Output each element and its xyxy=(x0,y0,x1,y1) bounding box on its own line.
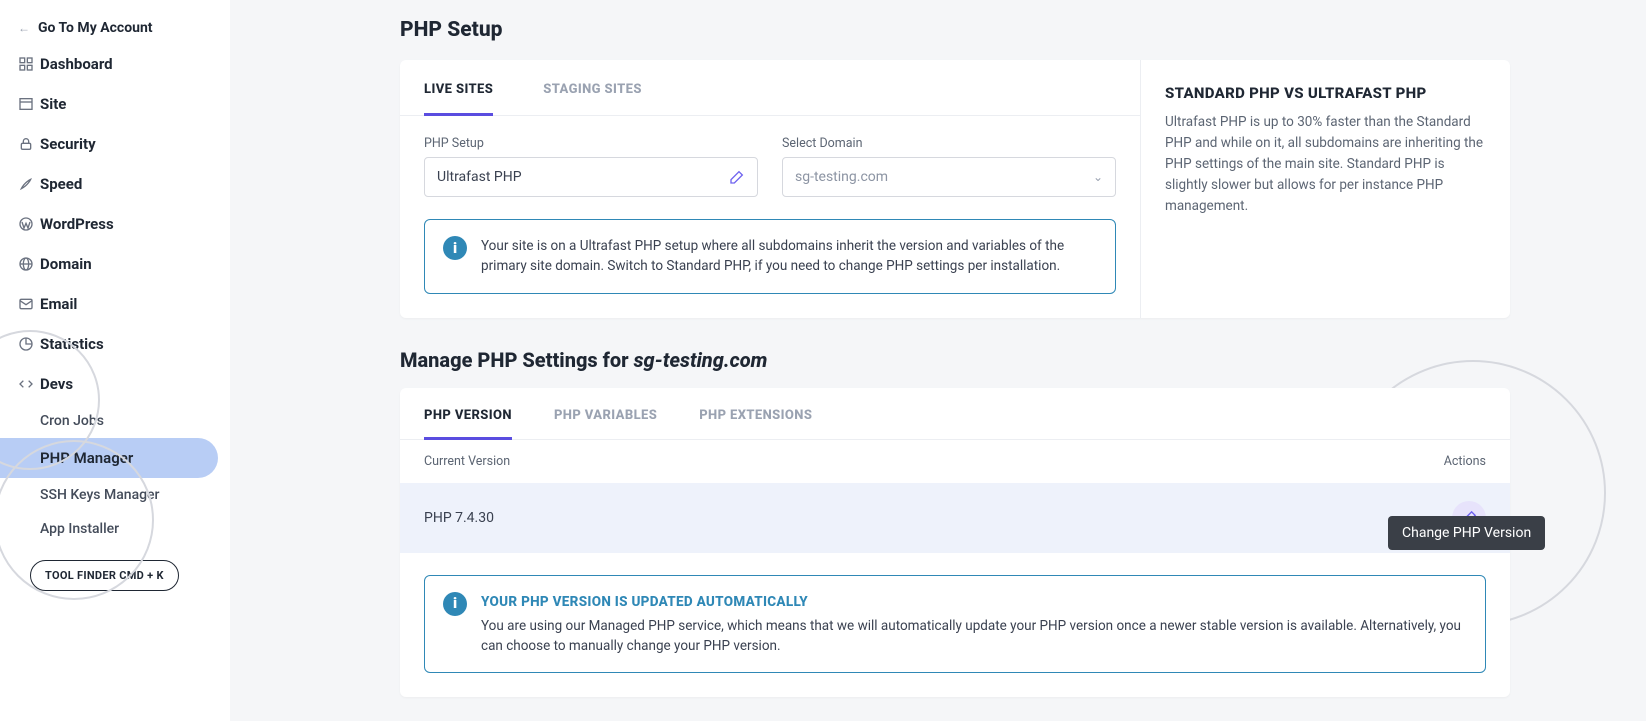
sidebar-item-label: Devs xyxy=(40,375,73,393)
manage-title: Manage PHP Settings for sg-testing.com xyxy=(400,348,1620,372)
wordpress-icon xyxy=(18,216,40,232)
pencil-icon xyxy=(729,169,745,185)
sidebar-item-label: Security xyxy=(40,135,96,153)
chart-icon xyxy=(18,336,40,352)
sidebar-item-label: Speed xyxy=(40,175,82,193)
manage-title-prefix: Manage PHP Settings for xyxy=(400,348,634,372)
main-content: PHP Setup LIVE SITES STAGING SITES PHP S… xyxy=(400,0,1620,697)
chevron-down-icon: ⌄ xyxy=(1093,170,1103,184)
sidebar-item-wordpress[interactable]: WordPress xyxy=(0,204,230,244)
page-title: PHP Setup xyxy=(400,18,1620,42)
tab-php-variables[interactable]: PHP VARIABLES xyxy=(554,388,657,439)
sidebar-item-dashboard[interactable]: Dashboard xyxy=(0,44,230,84)
devs-sub-app-installer[interactable]: App Installer xyxy=(0,512,230,546)
sidebar-item-label: Dashboard xyxy=(40,55,113,73)
sidebar-item-site[interactable]: Site xyxy=(0,84,230,124)
manage-tabs: PHP VERSION PHP VARIABLES PHP EXTENSIONS xyxy=(400,388,1510,440)
code-icon xyxy=(18,376,40,392)
col-current-version: Current Version xyxy=(424,454,510,469)
go-to-account-label: Go To My Account xyxy=(38,20,153,36)
tab-php-version[interactable]: PHP VERSION xyxy=(424,388,512,439)
lock-icon xyxy=(18,136,40,152)
auto-update-body: You are using our Managed PHP service, w… xyxy=(481,616,1467,657)
php-setup-card: LIVE SITES STAGING SITES PHP Setup Ultra… xyxy=(400,60,1510,318)
tab-php-extensions[interactable]: PHP EXTENSIONS xyxy=(699,388,812,439)
info-icon: i xyxy=(443,592,467,616)
php-setup-field-label: PHP Setup xyxy=(424,136,758,151)
auto-update-banner: i YOUR PHP VERSION IS UPDATED AUTOMATICA… xyxy=(424,575,1486,674)
tab-live-sites[interactable]: LIVE SITES xyxy=(424,60,517,115)
ultrafast-info-text: Your site is on a Ultrafast PHP setup wh… xyxy=(481,236,1097,277)
compare-body: Ultrafast PHP is up to 30% faster than t… xyxy=(1165,112,1486,217)
col-actions: Actions xyxy=(1444,454,1486,469)
sidebar-item-security[interactable]: Security xyxy=(0,124,230,164)
sidebar-item-statistics[interactable]: Statistics xyxy=(0,324,230,364)
sidebar-item-label: WordPress xyxy=(40,215,114,233)
sidebar-item-label: Site xyxy=(40,95,66,113)
php-setup-value: Ultrafast PHP xyxy=(437,169,522,185)
tab-staging-sites[interactable]: STAGING SITES xyxy=(543,60,666,115)
sidebar-item-label: Statistics xyxy=(40,335,104,353)
info-icon: i xyxy=(443,236,467,260)
arrow-left-icon: ← xyxy=(18,21,30,35)
auto-update-title: YOUR PHP VERSION IS UPDATED AUTOMATICALL… xyxy=(481,592,1467,612)
devs-sub-php-manager[interactable]: PHP Manager xyxy=(0,438,218,478)
ultrafast-info-banner: i Your site is on a Ultrafast PHP setup … xyxy=(424,219,1116,294)
manage-title-domain: sg-testing.com xyxy=(634,348,768,372)
php-compare-panel: STANDARD PHP VS ULTRAFAST PHP Ultrafast … xyxy=(1140,60,1510,318)
php-setup-selector[interactable]: Ultrafast PHP xyxy=(424,157,758,197)
globe-icon xyxy=(18,256,40,272)
devs-sub-ssh[interactable]: SSH Keys Manager xyxy=(0,478,230,512)
select-domain-dropdown[interactable]: sg-testing.com ⌄ xyxy=(782,157,1116,197)
tool-finder-button[interactable]: TOOL FINDER CMD + K xyxy=(30,560,179,591)
sidebar-item-label: Email xyxy=(40,295,77,313)
sidebar-item-devs[interactable]: Devs xyxy=(0,364,230,404)
manage-php-card: PHP VERSION PHP VARIABLES PHP EXTENSIONS… xyxy=(400,388,1510,698)
setup-tabs: LIVE SITES STAGING SITES xyxy=(400,60,1140,116)
rocket-icon xyxy=(18,176,40,192)
sidebar: ← Go To My Account Dashboard Site Securi… xyxy=(0,0,230,721)
sidebar-item-speed[interactable]: Speed xyxy=(0,164,230,204)
sidebar-item-label: PHP Manager xyxy=(40,449,133,467)
sidebar-item-label: Domain xyxy=(40,255,92,273)
email-icon xyxy=(18,296,40,312)
change-php-version-tooltip: Change PHP Version xyxy=(1388,516,1545,550)
sidebar-item-email[interactable]: Email xyxy=(0,284,230,324)
site-icon xyxy=(18,96,40,112)
devs-sub-cron[interactable]: Cron Jobs xyxy=(0,404,230,438)
go-to-account-link[interactable]: ← Go To My Account xyxy=(0,12,230,44)
version-table-row: PHP 7.4.30 xyxy=(400,483,1510,553)
compare-title: STANDARD PHP VS ULTRAFAST PHP xyxy=(1165,84,1486,102)
sidebar-item-domain[interactable]: Domain xyxy=(0,244,230,284)
select-domain-value: sg-testing.com xyxy=(795,169,888,185)
select-domain-field-label: Select Domain xyxy=(782,136,1116,151)
current-php-version: PHP 7.4.30 xyxy=(424,510,494,526)
php-setup-left: LIVE SITES STAGING SITES PHP Setup Ultra… xyxy=(400,60,1140,318)
dashboard-icon xyxy=(18,56,40,72)
version-table-head: Current Version Actions xyxy=(400,440,1510,483)
